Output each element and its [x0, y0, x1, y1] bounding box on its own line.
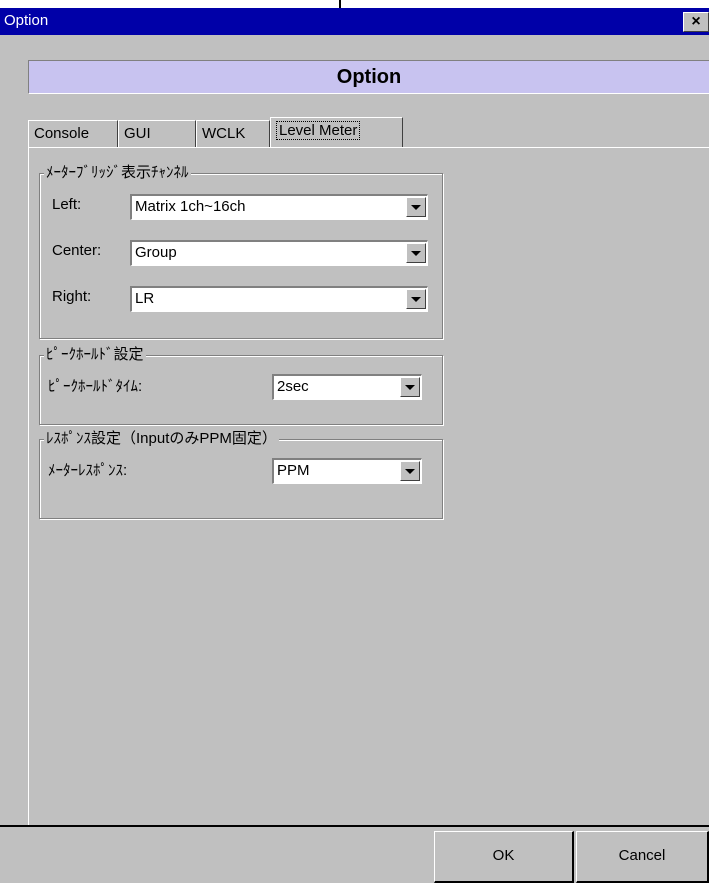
- peak-hold-group: ﾋﾟｰｸﾎｰﾙﾄﾞ設定 ﾋﾟｰｸﾎｰﾙﾄﾞﾀｲﾑ: 2sec: [39, 346, 443, 425]
- meter-response-value: PPM: [277, 462, 310, 479]
- button-bar: OK Cancel: [0, 825, 709, 883]
- level-meter-panel: ﾒｰﾀｰﾌﾞﾘｯｼﾞ表示ﾁｬﾝﾈﾙ Left: Matrix 1ch~16ch …: [28, 147, 709, 825]
- tab-level-meter-label: Level Meter: [276, 121, 361, 140]
- option-dialog: Option × Option Console GUI WCLK Level M…: [0, 8, 709, 883]
- title-bar: Option ×: [0, 8, 709, 35]
- meter-bridge-group: ﾒｰﾀｰﾌﾞﾘｯｼﾞ表示ﾁｬﾝﾈﾙ Left: Matrix 1ch~16ch …: [39, 164, 443, 339]
- meter-response-label: ﾒｰﾀｰﾚｽﾎﾟﾝｽ:: [48, 462, 128, 479]
- response-legend: ﾚｽﾎﾟﾝｽ設定（InputのみPPM固定）: [44, 430, 279, 448]
- peak-hold-legend: ﾋﾟｰｸﾎｰﾙﾄﾞ設定: [44, 346, 146, 364]
- tab-gui-label: GUI: [124, 125, 151, 142]
- center-channel-value: Group: [135, 244, 177, 261]
- window-title: Option: [4, 12, 49, 29]
- right-label: Right:: [52, 288, 92, 305]
- header-title: Option: [28, 60, 709, 94]
- left-channel-select[interactable]: Matrix 1ch~16ch: [130, 194, 428, 220]
- meter-response-select[interactable]: PPM: [272, 458, 422, 484]
- tab-level-meter[interactable]: Level Meter: [270, 117, 403, 147]
- close-icon[interactable]: ×: [683, 12, 709, 32]
- left-label: Left:: [52, 196, 82, 213]
- left-channel-value: Matrix 1ch~16ch: [135, 198, 246, 215]
- cancel-button[interactable]: Cancel: [576, 831, 709, 883]
- response-group: ﾚｽﾎﾟﾝｽ設定（InputのみPPM固定） ﾒｰﾀｰﾚｽﾎﾟﾝｽ: PPM: [39, 430, 443, 519]
- meter-bridge-legend: ﾒｰﾀｰﾌﾞﾘｯｼﾞ表示ﾁｬﾝﾈﾙ: [44, 164, 191, 182]
- peak-hold-time-value: 2sec: [277, 378, 309, 395]
- right-channel-select[interactable]: LR: [130, 286, 428, 312]
- tab-gui[interactable]: GUI: [118, 120, 196, 147]
- chevron-down-icon[interactable]: [400, 461, 420, 481]
- peak-hold-time-select[interactable]: 2sec: [272, 374, 422, 400]
- right-channel-value: LR: [135, 290, 155, 307]
- tab-console[interactable]: Console: [28, 120, 118, 147]
- peak-hold-time-label: ﾋﾟｰｸﾎｰﾙﾄﾞﾀｲﾑ:: [48, 378, 143, 395]
- chevron-down-icon[interactable]: [406, 197, 426, 217]
- tab-wclk-label: WCLK: [202, 125, 246, 142]
- center-label: Center:: [52, 242, 102, 259]
- ok-button[interactable]: OK: [434, 831, 574, 883]
- chevron-down-icon[interactable]: [406, 243, 426, 263]
- center-channel-select[interactable]: Group: [130, 240, 428, 266]
- tab-console-label: Console: [34, 125, 90, 142]
- chevron-down-icon[interactable]: [400, 377, 420, 397]
- tab-wclk[interactable]: WCLK: [196, 120, 270, 147]
- chevron-down-icon[interactable]: [406, 289, 426, 309]
